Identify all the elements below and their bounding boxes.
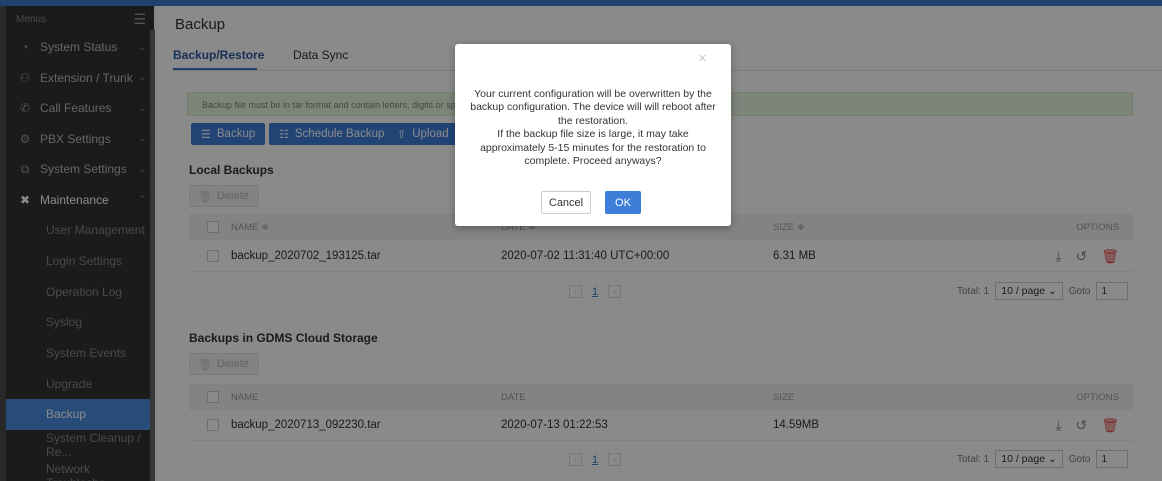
- dialog-line: Your current configuration will be overw…: [474, 88, 712, 100]
- dialog-line: If the backup file size is large, it may…: [497, 128, 689, 141]
- dialog-line: the restoration.: [557, 114, 629, 127]
- cancel-button[interactable]: Cancel: [541, 191, 591, 214]
- dialog-line: backup configuration. The device will wi…: [470, 101, 716, 114]
- close-icon[interactable]: ✕: [698, 52, 707, 65]
- dialog-line: approximately 5-15 minutes for the resto…: [480, 141, 706, 154]
- dialog-message: Your current configuration will be overw…: [465, 88, 721, 168]
- dialog-line: complete. Proceed anyways?: [524, 155, 662, 168]
- ok-button[interactable]: OK: [605, 191, 641, 214]
- confirm-dialog: ✕ Your current configuration will be ove…: [455, 44, 731, 226]
